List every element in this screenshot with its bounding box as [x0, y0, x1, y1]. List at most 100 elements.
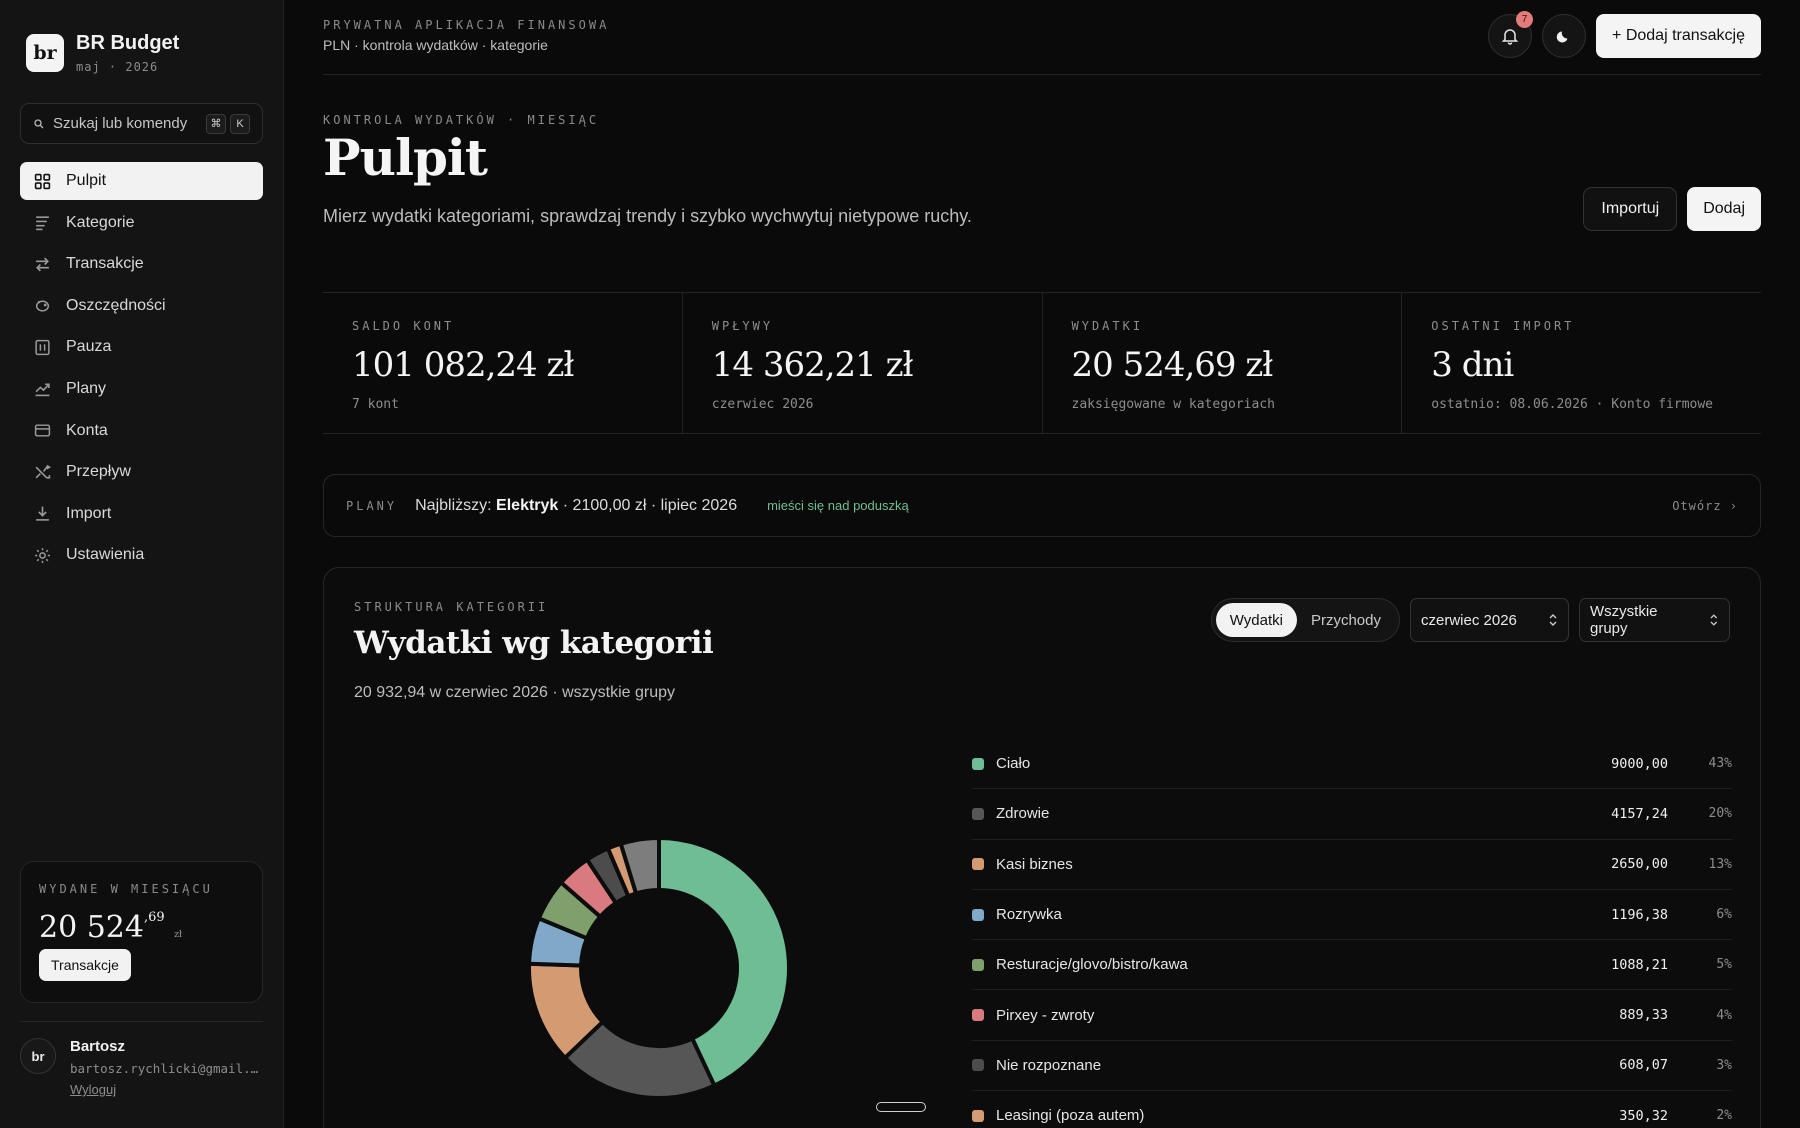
- gear-icon: [35, 547, 50, 563]
- shuffle-icon: [35, 464, 51, 479]
- legend-label: Nie rozpoznane: [996, 1056, 1102, 1074]
- legend-percent: 13%: [1708, 856, 1732, 872]
- user-email: bartosz.rychlicki@gmail.com: [70, 1061, 265, 1076]
- legend-value: 1088,21: [1611, 956, 1668, 973]
- category-structure-panel: STRUKTURA KATEGORII Wydatki wg kategorii…: [323, 567, 1761, 1128]
- theme-toggle-button[interactable]: [1542, 14, 1587, 58]
- legend-row[interactable]: Leasingi (poza autem) 350,32 2%: [972, 1091, 1732, 1128]
- scroll-indicator[interactable]: [876, 1102, 926, 1112]
- app-subline: PLN · kontrola wydatków · kategorie: [323, 37, 548, 53]
- stat-income: WPŁYWY 14 362,21 zł czerwiec 2026: [683, 293, 1043, 433]
- page-eyebrow: KONTROLA WYDATKÓW · MIESIĄC: [323, 113, 600, 127]
- sidebar-item-oszczednosci[interactable]: Oszczędności: [20, 287, 263, 325]
- sidebar-item-konta[interactable]: Konta: [20, 412, 263, 450]
- stat-value: 20 524,69 zł: [1071, 345, 1274, 385]
- legend-value: 889,33: [1619, 1007, 1668, 1024]
- month-select[interactable]: czerwiec 2026: [1410, 598, 1569, 642]
- notifications-button[interactable]: 7: [1488, 11, 1534, 58]
- import-button[interactable]: Importuj: [1583, 187, 1678, 231]
- legend-percent: 3%: [1716, 1057, 1732, 1073]
- sidebar-item-label: Transakcje: [66, 255, 144, 273]
- monthly-spent-whole: 20 524: [39, 910, 144, 945]
- legend-label: Leasingi (poza autem): [996, 1107, 1145, 1125]
- group-select-value: Wszystkie grupy: [1590, 603, 1658, 637]
- sidebar-item-import[interactable]: Import: [20, 495, 263, 533]
- legend-value: 9000,00: [1611, 755, 1668, 772]
- legend-value: 350,32: [1619, 1107, 1668, 1124]
- moon-icon: [1556, 31, 1568, 43]
- panel-subtitle: 20 932,94 w czerwiec 2026 · wszystkie gr…: [354, 684, 676, 701]
- stat-label: SALDO KONT: [352, 319, 455, 333]
- logout-link[interactable]: Wyloguj: [70, 1082, 265, 1097]
- legend-label: Kasi biznes: [996, 855, 1073, 873]
- stat-value: 14 362,21 zł: [711, 345, 914, 385]
- toggle-income[interactable]: Przychody: [1297, 603, 1395, 637]
- sidebar-item-label: Kategorie: [66, 213, 135, 231]
- sidebar-item-transakcje[interactable]: Transakcje: [20, 245, 263, 283]
- legend-row[interactable]: Ciało 9000,00 43%: [972, 739, 1732, 790]
- sidebar-item-ustawienia[interactable]: Ustawienia: [20, 536, 263, 574]
- panel-title: Wydatki wg kategorii: [354, 625, 714, 661]
- legend-label: Pirxey - zwroty: [996, 1006, 1095, 1024]
- legend-row[interactable]: Rozrywka 1196,38 6%: [972, 890, 1732, 941]
- toggle-expenses[interactable]: Wydatki: [1215, 603, 1297, 637]
- legend-row[interactable]: Resturacje/glovo/bistro/kawa 1088,21 5%: [972, 940, 1732, 991]
- monthly-spent-amount: 20 524,69 zł: [39, 910, 244, 945]
- add-transaction-button[interactable]: + Dodaj transakcję: [1596, 14, 1761, 58]
- legend-value: 4157,24: [1611, 805, 1668, 822]
- category-donut-chart: [529, 838, 789, 1098]
- legend-row[interactable]: Pirxey - zwroty 889,33 4%: [972, 990, 1732, 1041]
- page-title: Pulpit: [323, 128, 488, 187]
- sidebar-item-label: Plany: [66, 379, 107, 397]
- add-button[interactable]: Dodaj: [1687, 187, 1761, 231]
- legend-row[interactable]: Zdrowie 4157,24 20%: [972, 789, 1732, 840]
- search-placeholder: Szukaj lub komendy: [53, 115, 188, 132]
- shortcut-key-k: K: [230, 113, 250, 134]
- legend-swatch: [972, 858, 984, 871]
- legend-label: Zdrowie: [996, 805, 1050, 823]
- sidebar-nav: Pulpit Kategorie Transakcje Oszczędności…: [20, 162, 263, 578]
- monthly-spent-fraction: ,69: [143, 910, 165, 925]
- sidebar-item-kategorie[interactable]: Kategorie: [20, 204, 263, 242]
- plans-open-link[interactable]: Otwórz ›: [1672, 499, 1738, 513]
- page-description: Mierz wydatki kategoriami, sprawdzaj tre…: [323, 206, 972, 226]
- sidebar: br BR Budget maj · 2026 Szukaj lub komen…: [0, 0, 284, 1128]
- stat-value: 101 082,24 zł: [352, 345, 574, 385]
- sidebar-item-pauza[interactable]: Pauza: [20, 328, 263, 366]
- search-input[interactable]: Szukaj lub komendy ⌘ K: [20, 103, 263, 144]
- legend-row[interactable]: Kasi biznes 2650,00 13%: [972, 840, 1732, 890]
- legend-label: Ciało: [996, 755, 1031, 773]
- card-icon: [34, 424, 51, 437]
- plans-banner[interactable]: PLANY Najbliższy: Elektryk · 2100,00 zł …: [323, 474, 1761, 537]
- transactions-button[interactable]: Transakcje: [39, 949, 131, 981]
- sidebar-item-plany[interactable]: Plany: [20, 370, 263, 408]
- grid-icon: [34, 173, 51, 189]
- legend-label: Rozrywka: [996, 906, 1062, 924]
- stat-label: WYDATKI: [1071, 319, 1144, 333]
- legend-percent: 4%: [1716, 1007, 1732, 1023]
- avatar[interactable]: br: [20, 1038, 56, 1074]
- pause-icon: [35, 339, 50, 356]
- topbar-divider: [323, 74, 1761, 75]
- legend-row[interactable]: Nie rozpoznane 608,07 3%: [972, 1041, 1732, 1092]
- list-icon: [36, 216, 49, 231]
- sidebar-item-label: Ustawienia: [66, 546, 145, 564]
- category-legend: Ciało 9000,00 43% Zdrowie 4157,24 20% Kasi biz…: [972, 739, 1732, 1128]
- brand[interactable]: br BR Budget maj · 2026: [26, 32, 179, 74]
- shortcut-key-cmd: ⌘: [206, 113, 226, 134]
- monthly-spent-label: WYDANE W MIESIĄCU: [39, 882, 213, 896]
- stat-label: WPŁYWY: [711, 319, 774, 333]
- legend-swatch: [972, 908, 984, 921]
- app-period: maj · 2026: [76, 60, 159, 74]
- group-select[interactable]: Wszystkie grupy: [1579, 598, 1730, 642]
- sidebar-item-przeplyw[interactable]: Przepływ: [20, 453, 263, 491]
- brand-logo: br: [26, 34, 64, 72]
- sidebar-item-pulpit[interactable]: Pulpit: [20, 162, 263, 200]
- legend-value: 2650,00: [1611, 856, 1668, 873]
- legend-swatch: [972, 1059, 984, 1072]
- stat-sub: czerwiec 2026: [711, 397, 814, 412]
- monthly-spent-card: WYDANE W MIESIĄCU 20 524,69 zł Transakcj…: [20, 861, 263, 1003]
- swap-icon: [36, 257, 49, 272]
- plans-prefix: Najbliższy:: [415, 496, 492, 514]
- stat-label: OSTATNI IMPORT: [1431, 319, 1575, 333]
